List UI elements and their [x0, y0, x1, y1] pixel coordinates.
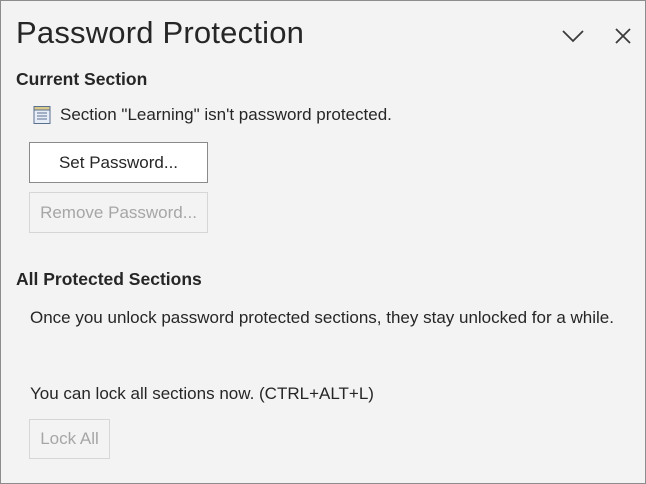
password-protection-pane: Password Protection Current Section Sect… — [0, 0, 646, 484]
close-icon — [615, 28, 631, 44]
section-status-row: Section "Learning" isn't password protec… — [32, 105, 392, 125]
set-password-button[interactable]: Set Password... — [29, 142, 208, 183]
all-protected-sections-heading: All Protected Sections — [16, 269, 202, 289]
close-pane-button[interactable] — [609, 21, 637, 51]
collapse-pane-button[interactable] — [559, 21, 587, 51]
unlock-info-text: Once you unlock password protected secti… — [30, 308, 614, 327]
lock-hint-text: You can lock all sections now. (CTRL+ALT… — [30, 384, 374, 403]
pane-title: Password Protection — [16, 15, 305, 50]
notebook-section-icon — [33, 106, 51, 124]
current-section-heading: Current Section — [16, 69, 148, 89]
section-status-text: Section "Learning" isn't password protec… — [60, 105, 392, 124]
remove-password-button[interactable]: Remove Password... — [29, 192, 208, 233]
lock-all-button[interactable]: Lock All — [29, 419, 110, 459]
chevron-down-icon — [562, 30, 584, 43]
